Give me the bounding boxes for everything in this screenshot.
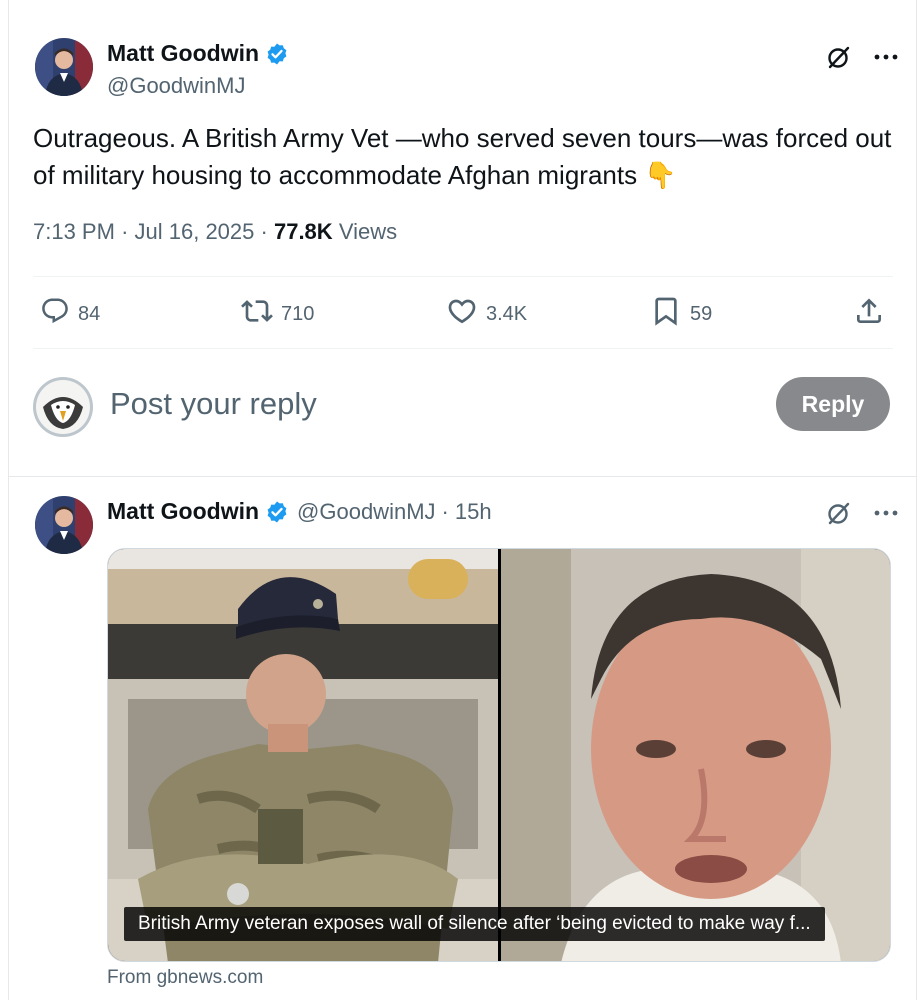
author-name-row: Matt Goodwin: [107, 40, 289, 67]
views-label: Views: [338, 219, 398, 244]
bookmark-action[interactable]: 59: [650, 292, 712, 336]
author-avatar[interactable]: [35, 38, 93, 96]
like-action[interactable]: 3.4K: [446, 292, 527, 336]
more-icon[interactable]: [866, 498, 906, 528]
action-bar: 84 710 3.4K 59: [33, 292, 893, 336]
frame-border-left: [8, 0, 9, 1000]
repost-icon: [241, 295, 273, 333]
card-image-soldier: [108, 549, 498, 961]
quoted-top-icons: [824, 498, 906, 528]
author-display-name[interactable]: Matt Goodwin: [107, 40, 259, 67]
frame-border-right: [916, 0, 917, 1000]
reply-icon: [40, 296, 70, 332]
heart-icon: [446, 295, 478, 333]
reply-count: 84: [78, 302, 101, 325]
section-separator: [8, 476, 917, 477]
quoted-author-row: Matt Goodwin @GoodwinMJ · 15h: [107, 498, 492, 525]
bookmark-icon: [650, 295, 682, 333]
link-card[interactable]: British Army veteran exposes wall of sil…: [107, 548, 891, 962]
tweet-text: Outrageous. A British Army Vet —who serv…: [33, 123, 892, 190]
tweet-meta: 7:13 PM · Jul 16, 2025 · 77.8K Views: [33, 219, 397, 245]
card-source[interactable]: From gbnews.com: [107, 967, 263, 989]
author-handle-row: @GoodwinMJ: [107, 73, 246, 99]
grok-icon[interactable]: [824, 42, 854, 72]
reply-action[interactable]: 84: [40, 292, 100, 336]
repost-count: 710: [281, 302, 315, 325]
quoted-author-handle[interactable]: @GoodwinMJ: [297, 499, 436, 525]
like-count: 3.4K: [486, 302, 528, 325]
share-icon: [853, 295, 885, 333]
views-count: 77.8K: [273, 219, 333, 244]
bookmark-count: 59: [690, 302, 713, 325]
meta-separator: ·: [260, 219, 274, 244]
author-handle[interactable]: @GoodwinMJ: [107, 73, 246, 99]
verified-badge-icon: [265, 500, 289, 524]
quoted-author-avatar[interactable]: [35, 496, 93, 554]
repost-action[interactable]: 710: [241, 292, 314, 336]
divider-bottom: [33, 348, 893, 349]
grok-icon[interactable]: [824, 498, 854, 528]
current-user-avatar[interactable]: [33, 377, 93, 437]
reply-button[interactable]: Reply: [776, 377, 890, 431]
reply-composer: Post your reply Reply: [33, 376, 893, 438]
meta-separator: ·: [121, 219, 135, 244]
tweet-top-icons: [824, 42, 906, 72]
tweet-time[interactable]: 7:13 PM: [33, 219, 115, 244]
quoted-author-name[interactable]: Matt Goodwin: [107, 498, 259, 525]
divider-top: [33, 276, 893, 277]
quoted-age[interactable]: 15h: [455, 499, 492, 525]
quoted-separator: ·: [441, 498, 449, 524]
verified-badge-icon: [265, 42, 289, 66]
reply-input[interactable]: Post your reply: [110, 386, 317, 422]
tweet-date[interactable]: Jul 16, 2025: [135, 219, 255, 244]
share-action[interactable]: [853, 292, 885, 336]
more-icon[interactable]: [866, 42, 906, 72]
card-caption: British Army veteran exposes wall of sil…: [124, 907, 825, 941]
card-image-veteran: [501, 549, 890, 961]
